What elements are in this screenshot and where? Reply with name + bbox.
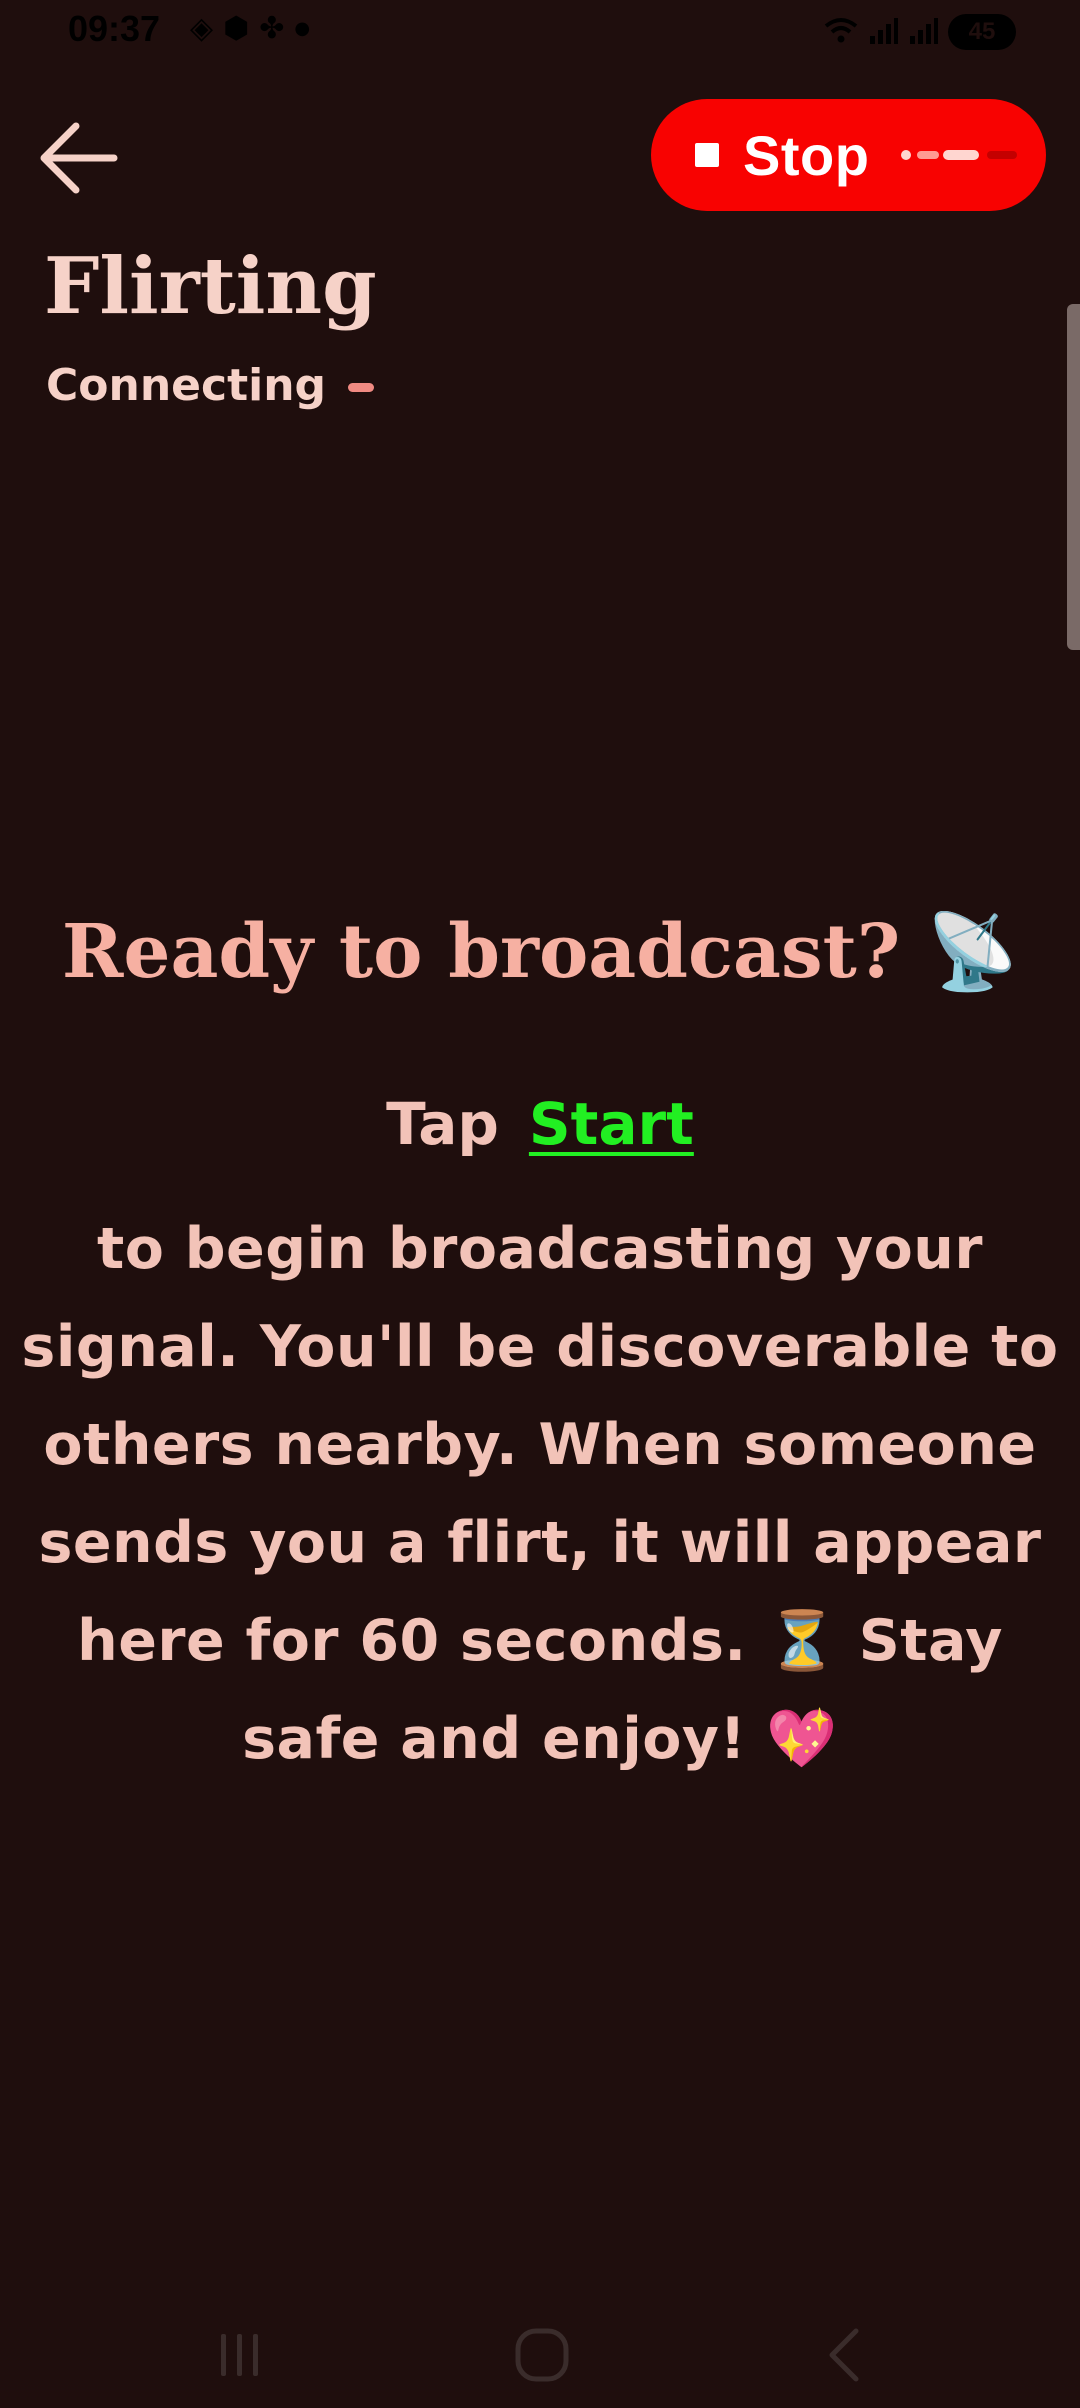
recent-apps-button[interactable] <box>195 2320 285 2390</box>
status-time: 09:37 <box>68 8 161 49</box>
headline: Ready to broadcast? 📡 <box>61 909 1019 995</box>
dot-icon: ● <box>294 18 311 39</box>
chevron-left-icon <box>829 2328 859 2382</box>
page-title: Flirting <box>44 241 377 332</box>
description-text: to begin broadcasting your signal. You'l… <box>21 1216 1059 1772</box>
connection-indicator-icon <box>348 383 375 392</box>
tap-prefix: Tap <box>386 1090 499 1158</box>
arrow-left-icon <box>40 122 118 194</box>
wifi-icon <box>824 16 858 49</box>
signal-icon <box>868 16 898 49</box>
home-icon <box>515 2328 569 2382</box>
stop-button-label: Stop <box>743 123 870 187</box>
stop-icon <box>695 143 719 167</box>
system-nav-bar <box>0 2300 1080 2408</box>
connection-status-label: Connecting <box>46 360 327 411</box>
system-icons: 45 <box>824 14 1016 50</box>
recent-apps-icon <box>221 2334 258 2376</box>
scrollbar[interactable] <box>1067 304 1080 650</box>
activity-indicator-icon <box>901 150 1017 160</box>
notification-shield-icon: ⬢ <box>223 11 250 46</box>
notification-diamond-icon: ◈ <box>190 11 214 46</box>
status-bar: 09:37 ◈ ⬢ ✤ ● 45 <box>0 0 1080 64</box>
tap-instruction: Tap Start <box>0 1090 1080 1160</box>
signal-icon <box>908 16 938 49</box>
home-button[interactable] <box>497 2320 587 2390</box>
connection-status: Connecting <box>46 360 375 411</box>
notification-fan-icon: ✤ <box>259 11 285 46</box>
stop-button[interactable]: Stop <box>651 99 1046 211</box>
nav-back-button[interactable] <box>800 2320 890 2390</box>
start-link[interactable]: Start <box>529 1090 694 1158</box>
back-button[interactable] <box>36 116 120 200</box>
battery-indicator: 45 <box>948 14 1016 50</box>
notification-icons: ◈ ⬢ ✤ ● <box>190 14 310 44</box>
